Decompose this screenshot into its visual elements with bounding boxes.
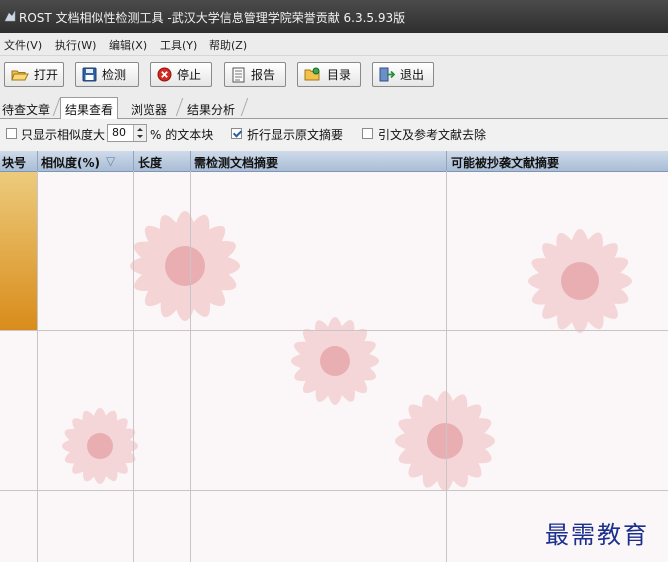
column-divider[interactable] <box>133 151 134 171</box>
col-similarity[interactable]: 相似度(%) <box>41 154 100 171</box>
wrap-display-checkbox[interactable] <box>231 128 242 139</box>
app-icon <box>4 10 16 22</box>
catalog-folder-icon <box>304 67 320 81</box>
grid-line <box>133 171 134 562</box>
flower-background-icon <box>130 211 240 321</box>
report-label: 报告 <box>251 68 276 82</box>
title-bar: ROST 文档相似性检测工具 -武汉大学信息管理学院荣誉贡献 6.3.5.93版 <box>0 0 668 33</box>
similarity-stepper[interactable]: 80 <box>107 124 147 142</box>
text-block-label: % 的文本块 <box>150 128 214 142</box>
menu-bar: 文件(V) 执行(W) 编辑(X) 工具(Y) 帮助(Z) <box>0 33 668 56</box>
flower-background-icon <box>528 229 632 333</box>
stop-button[interactable]: 停止 <box>150 62 212 87</box>
exit-label: 退出 <box>400 68 425 82</box>
detect-button[interactable]: 检测 <box>75 62 139 87</box>
report-button[interactable]: 报告 <box>224 62 286 87</box>
tab-pending-articles[interactable]: 待查文章 <box>0 99 54 117</box>
stepper-arrows[interactable] <box>133 125 146 141</box>
col-block-number[interactable]: 块号 <box>2 154 26 171</box>
flower-background-icon <box>395 391 495 491</box>
tab-strip: 待查文章 结果查看 浏览器 结果分析 <box>0 96 668 119</box>
only-show-label: 只显示相似度大 <box>21 128 106 142</box>
menu-tools[interactable]: 工具(Y) <box>160 37 197 53</box>
tab-analysis[interactable]: 结果分析 <box>183 99 239 117</box>
wrap-display-label: 折行显示原文摘要 <box>247 128 344 142</box>
grid-line <box>0 490 668 491</box>
tab-separator <box>240 98 249 116</box>
folder-icon <box>11 70 29 80</box>
report-icon <box>232 67 245 82</box>
menu-file[interactable]: 文件(V) <box>4 37 42 53</box>
results-table[interactable]: 块号 相似度(%) ▽ 长度 需检测文档摘要 可能被抄袭文献摘要 <box>0 151 668 562</box>
up-down-arrow-icon <box>137 128 143 138</box>
column-divider[interactable] <box>190 151 191 171</box>
grid-line <box>0 330 668 331</box>
open-button[interactable]: 打开 <box>4 62 64 87</box>
sort-indicator-icon: ▽ <box>106 154 116 168</box>
tab-browser[interactable]: 浏览器 <box>127 99 171 117</box>
detect-label: 检测 <box>102 68 127 82</box>
col-length[interactable]: 长度 <box>138 154 162 171</box>
watermark-text: 最需教育 <box>545 521 649 549</box>
tab-results[interactable]: 结果查看 <box>60 97 119 119</box>
exit-button[interactable]: 退出 <box>372 62 434 87</box>
table-header: 块号 相似度(%) ▽ 长度 需检测文档摘要 可能被抄袭文献摘要 <box>0 151 668 172</box>
save-disk-icon <box>82 67 97 82</box>
col-source-summary[interactable]: 需检测文档摘要 <box>194 154 278 171</box>
menu-edit[interactable]: 编辑(X) <box>109 37 147 53</box>
column-divider[interactable] <box>446 151 447 171</box>
grid-line <box>446 171 447 562</box>
column-divider[interactable] <box>37 151 38 171</box>
exit-door-icon <box>379 67 395 82</box>
similarity-value: 80 <box>112 126 126 139</box>
toolbar: 打开 检测 停止 报告 目录 退出 <box>0 56 668 96</box>
catalog-label: 目录 <box>327 68 352 82</box>
only-show-checkbox[interactable] <box>6 128 17 139</box>
stop-label: 停止 <box>177 68 202 82</box>
grid-line <box>37 171 38 562</box>
catalog-button[interactable]: 目录 <box>297 62 361 87</box>
open-label: 打开 <box>34 68 59 82</box>
menu-help[interactable]: 帮助(Z) <box>209 37 247 53</box>
stop-icon <box>157 67 172 82</box>
col-plagiarized-summary[interactable]: 可能被抄袭文献摘要 <box>451 154 559 171</box>
citation-remove-checkbox[interactable] <box>362 128 373 139</box>
grid-line <box>190 171 191 562</box>
flower-background-icon <box>62 408 138 484</box>
menu-execute[interactable]: 执行(W) <box>55 37 96 53</box>
window-title: ROST 文档相似性检测工具 -武汉大学信息管理学院荣誉贡献 6.3.5.93版 <box>19 11 406 25</box>
selected-block-cell[interactable] <box>0 172 37 330</box>
citation-remove-label: 引文及参考文献去除 <box>378 128 487 142</box>
filter-bar: 只显示相似度大 80 % 的文本块 折行显示原文摘要 引文及参考文献去除 <box>0 119 668 151</box>
